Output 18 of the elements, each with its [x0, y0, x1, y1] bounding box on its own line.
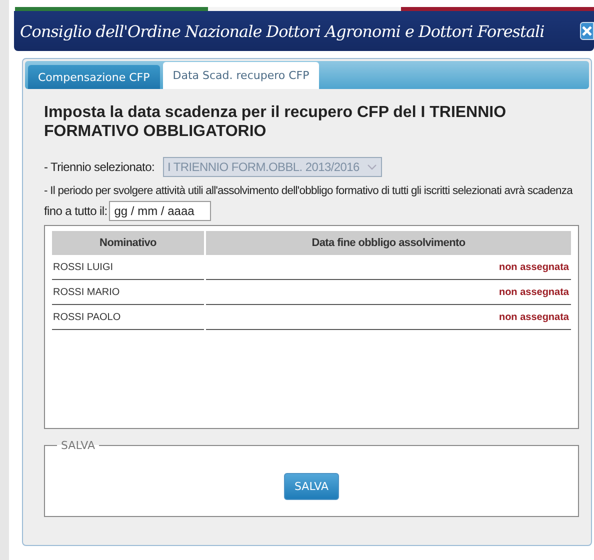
- group-legend: SALVA: [57, 439, 99, 452]
- date-input[interactable]: gg / mm / aaaa: [109, 201, 212, 221]
- table-cell: ROSSI LUIGI: [52, 255, 204, 280]
- save-button[interactable]: SALVA: [284, 472, 340, 500]
- tab[interactable]: Compensazione CFP: [28, 65, 160, 89]
- table-cell: ROSSI PAOLO: [52, 305, 204, 330]
- table-cell: non assegnata: [206, 280, 571, 305]
- column-header: Data fine obbligo assolvimento: [206, 231, 571, 255]
- tab[interactable]: Data Scad. recupero CFP: [162, 62, 320, 89]
- info-text: - Il periodo per svolgere attività utili all'assolvimento dell'obbligo formativo di tutti gli iscritti selezionati avrà scadenza: [44, 185, 574, 197]
- table-cell: non assegnata: [206, 305, 571, 330]
- section-heading: Imposta la data scadenza per il recupero CFP del I TRIENNIO FORMATIVO OBBLIGATORIO: [44, 103, 508, 141]
- field-label: fino a tutto il:: [44, 204, 108, 218]
- table-cell: ROSSI MARIO: [52, 280, 204, 305]
- field-label: - Triennio selezionato:: [44, 160, 154, 174]
- column-header: Nominativo: [52, 231, 204, 255]
- table-cell: non assegnata: [206, 255, 571, 280]
- window-title: Consiglio dell'Ordine Nazionale Dottori Agronomi e Dottori Forestali: [19, 22, 544, 40]
